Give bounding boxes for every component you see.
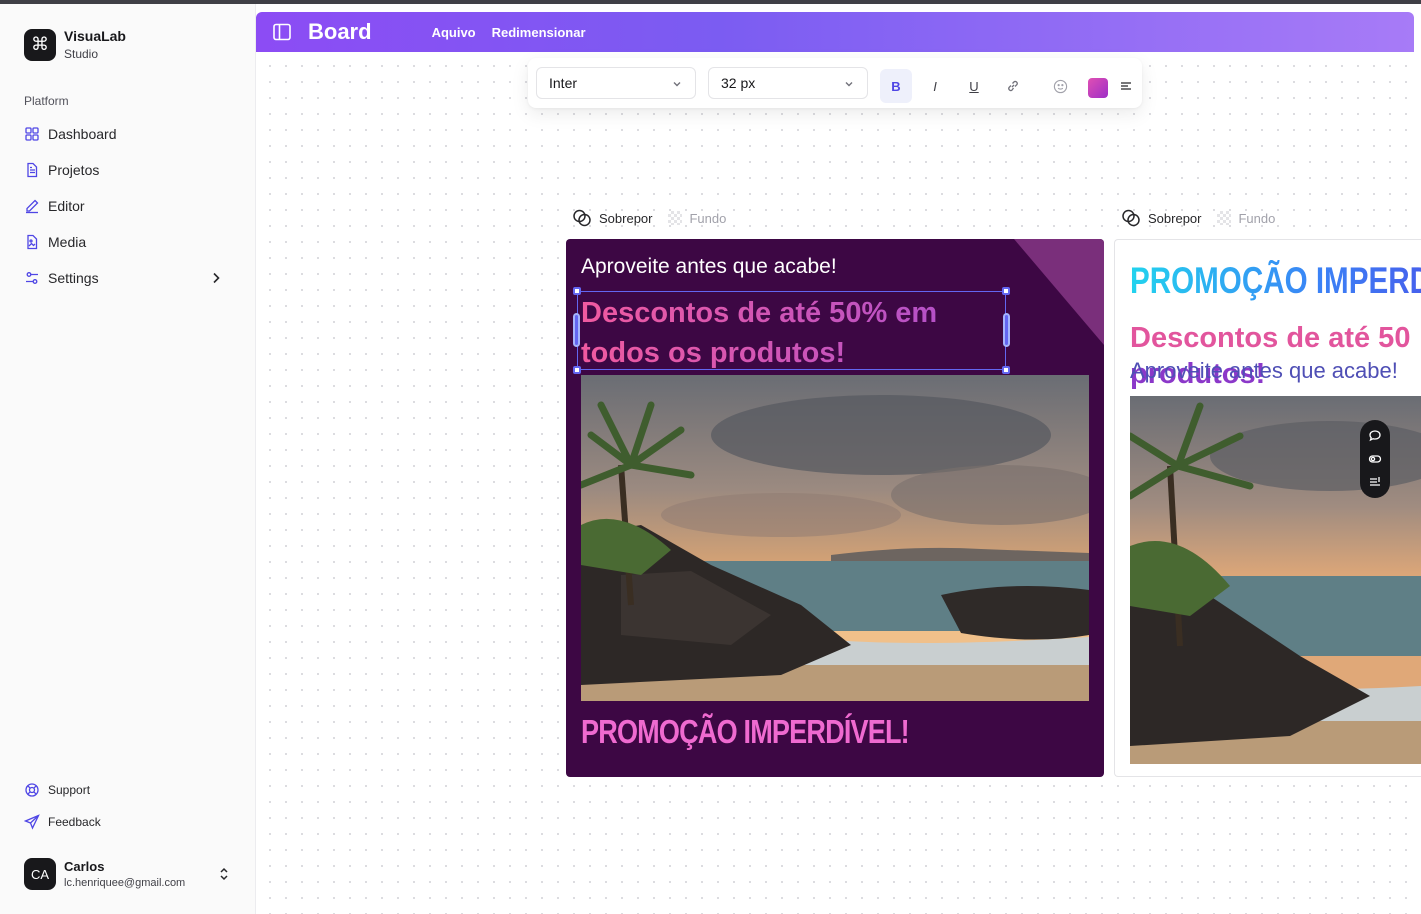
sidebar-item-settings[interactable]: Settings [16, 260, 240, 296]
support-link[interactable]: Support [16, 774, 240, 806]
page-title: Board [308, 19, 372, 44]
headline-text[interactable]: Descontos de até 50 [1130, 318, 1410, 358]
corner-decoration [1014, 239, 1104, 345]
promo-text[interactable]: PROMOÇÃO IMPERDÍVEL! [1130, 260, 1421, 302]
pencil-icon [26, 199, 39, 214]
user-menu[interactable]: CA Carlos lc.henriquee@gmail.com [24, 858, 240, 890]
beach-photo[interactable] [581, 375, 1089, 701]
toggle-visibility-icon[interactable] [1368, 452, 1382, 466]
tab-label: Fundo [689, 210, 727, 226]
brand[interactable]: ⌘ VisuaLab Studio [24, 28, 126, 61]
italic-button[interactable]: I [919, 69, 951, 103]
tagline-text[interactable]: Aproveite antes que acabe! [581, 255, 837, 279]
underline-button[interactable]: U [958, 69, 990, 103]
tab-label: Sobrepor [1148, 210, 1202, 226]
grid-icon [25, 127, 39, 141]
avatar: CA [24, 858, 56, 890]
font-family-value: Inter [549, 75, 578, 91]
floating-actions-bar [1360, 420, 1390, 498]
tab-sobrepor[interactable]: Sobrepor [572, 208, 652, 228]
user-name: Carlos [64, 859, 105, 874]
app-subtitle: Studio [64, 47, 99, 61]
emoji-button[interactable] [1044, 69, 1076, 103]
align-button[interactable] [1110, 69, 1142, 103]
feedback-label: Feedback [48, 815, 101, 829]
design-card-1[interactable]: Aproveite antes que acabe! Descontos de … [566, 239, 1104, 777]
chevron-right-icon [213, 272, 220, 284]
beach-photo-illustration [581, 375, 1089, 701]
tagline-text[interactable]: Aproveite antes que acabe! [1130, 358, 1398, 384]
align-left-icon [1121, 82, 1131, 90]
resize-handle-bottom-right[interactable] [1002, 366, 1010, 374]
resize-handle-right[interactable] [1003, 313, 1010, 347]
sidebar-item-label: Projetos [48, 162, 100, 178]
sidebar-item-label: Dashboard [48, 126, 117, 142]
menu-redimensionar[interactable]: Redimensionar [492, 25, 586, 40]
sidebar-item-label: Editor [48, 198, 85, 214]
link-icon [1008, 80, 1018, 92]
tab-sobrepor[interactable]: Sobrepor [1121, 208, 1201, 228]
lifebuoy-icon [25, 783, 39, 797]
font-size-value: 32 px [721, 75, 756, 91]
text-format-toolbar: Inter 32 px B I U [528, 58, 1142, 108]
tab-fundo[interactable]: Fundo [668, 211, 726, 226]
chevron-down-icon [673, 82, 681, 87]
chevrons-up-down-icon [220, 867, 228, 881]
sidebar-item-label: Settings [48, 270, 99, 286]
link-button[interactable] [997, 69, 1029, 103]
user-email: lc.henriquee@gmail.com [64, 877, 186, 889]
chevron-down-icon [845, 82, 853, 87]
menu-aquivo[interactable]: Aquivo [432, 25, 476, 40]
bold-button[interactable]: B [880, 69, 912, 103]
smiley-icon [1053, 79, 1067, 93]
tab-label: Fundo [1238, 210, 1276, 226]
tab-fundo[interactable]: Fundo [1217, 211, 1275, 226]
nav-section-label: Platform [24, 94, 69, 108]
app-name: VisuaLab [64, 28, 126, 44]
feedback-link[interactable]: Feedback [16, 806, 240, 838]
transparency-icon [1217, 211, 1232, 225]
sidebar-footer-links: Support Feedback [16, 774, 240, 838]
send-icon [24, 814, 40, 830]
file-icon [27, 162, 38, 178]
resize-handle-top-right[interactable] [1002, 287, 1010, 295]
text-color-swatch[interactable] [1088, 78, 1108, 98]
layer-tabs-card2: Sobrepor Fundo [1121, 208, 1291, 228]
layer-tabs-card1: Sobrepor Fundo [572, 208, 742, 228]
sidebar-item-projetos[interactable]: Projetos [16, 152, 240, 188]
font-size-select[interactable]: 32 px [708, 67, 868, 99]
resize-handle-bottom-left[interactable] [573, 366, 581, 374]
support-label: Support [48, 783, 91, 797]
sliders-icon [26, 272, 38, 284]
overlap-circles-icon [1122, 209, 1140, 227]
sidebar-item-editor[interactable]: Editor [16, 188, 240, 224]
comment-icon[interactable] [1368, 429, 1382, 443]
sidebar-nav: Dashboard Projetos Editor Media Settings [16, 116, 240, 296]
panel-toggle-icon[interactable] [272, 22, 292, 42]
sidebar: ⌘ VisuaLab Studio Platform Dashboard Pro… [0, 4, 256, 914]
design-card-2[interactable]: PROMOÇÃO IMPERDÍVEL! Descontos de até 50… [1114, 239, 1421, 777]
text-selection-box[interactable] [573, 287, 1010, 374]
transparency-icon [668, 211, 683, 225]
board-canvas[interactable]: Board Aquivo Redimensionar Inter 32 px B… [256, 4, 1421, 914]
sidebar-item-dashboard[interactable]: Dashboard [16, 116, 240, 152]
board-header: Board Aquivo Redimensionar [256, 12, 1414, 52]
list-settings-icon[interactable] [1368, 475, 1382, 489]
sidebar-item-label: Media [48, 234, 87, 250]
image-file-icon [27, 234, 38, 250]
overlap-circles-icon [573, 209, 591, 227]
resize-handle-top-left[interactable] [573, 287, 581, 295]
font-family-select[interactable]: Inter [536, 67, 696, 99]
tab-label: Sobrepor [599, 210, 653, 226]
command-icon: ⌘ [24, 28, 56, 61]
sidebar-item-media[interactable]: Media [16, 224, 240, 260]
resize-handle-left[interactable] [573, 313, 580, 347]
promo-text[interactable]: PROMOÇÃO IMPERDÍVEL! [581, 713, 910, 751]
